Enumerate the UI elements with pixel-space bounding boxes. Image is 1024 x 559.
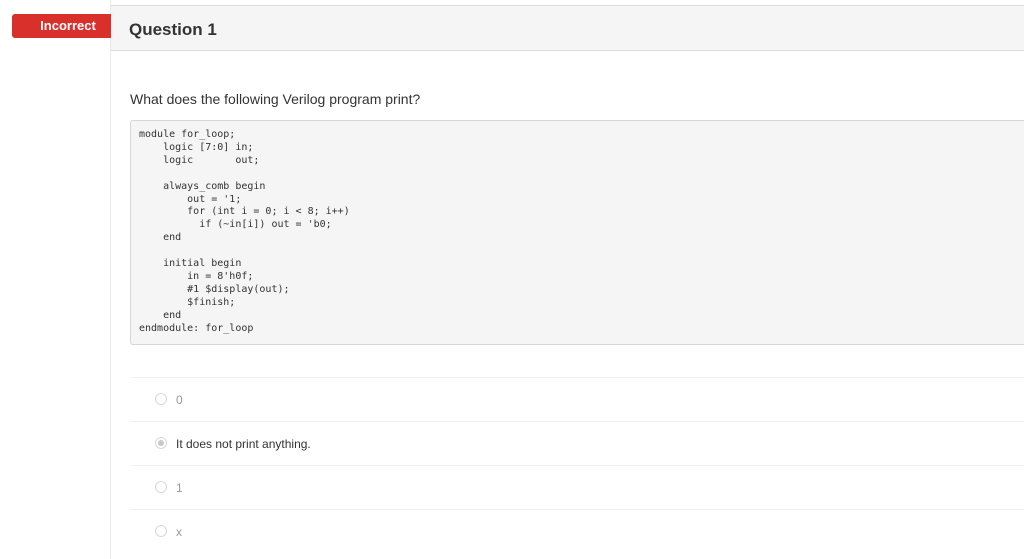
answer-option[interactable]: x bbox=[130, 509, 1024, 553]
left-column-divider bbox=[110, 0, 111, 559]
answer-option-label[interactable]: 0 bbox=[176, 393, 183, 407]
question-prompt: What does the following Verilog program … bbox=[130, 91, 421, 107]
radio-button[interactable] bbox=[155, 525, 167, 537]
question-title: Question 1 bbox=[129, 20, 217, 39]
answer-option-label[interactable]: It does not print anything. bbox=[176, 437, 311, 451]
answer-option-label[interactable]: x bbox=[176, 525, 182, 539]
answer-option[interactable]: It does not print anything. bbox=[130, 421, 1024, 465]
answer-options: 0 It does not print anything. 1 x bbox=[130, 377, 1024, 553]
radio-button[interactable] bbox=[155, 393, 167, 405]
answer-option[interactable]: 1 bbox=[130, 465, 1024, 509]
verilog-code: module for_loop; logic [7:0] in; logic o… bbox=[139, 129, 350, 334]
status-badge-wrapper: Incorrect bbox=[12, 14, 134, 38]
answer-option-label[interactable]: 1 bbox=[176, 481, 183, 495]
incorrect-status-badge: Incorrect bbox=[12, 14, 134, 38]
question-header: Question 1 bbox=[111, 5, 1024, 51]
radio-button[interactable] bbox=[155, 481, 167, 493]
radio-button-selected[interactable] bbox=[155, 437, 167, 449]
code-block: module for_loop; logic [7:0] in; logic o… bbox=[130, 120, 1024, 345]
answer-option[interactable]: 0 bbox=[130, 377, 1024, 421]
